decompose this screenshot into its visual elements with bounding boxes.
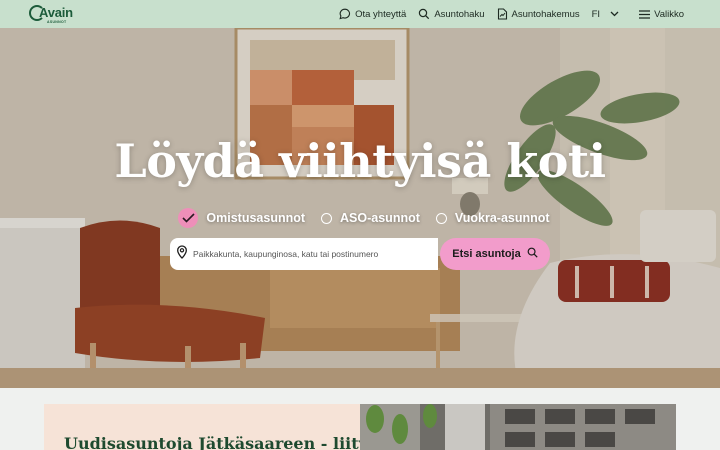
logo-subtext: ASUNNOT — [47, 20, 67, 24]
ownership-type-options: Omistusasunnot ASO-asunnot Vuokra-asunno… — [0, 208, 720, 228]
promo-image — [360, 404, 676, 450]
apartment-search-label: Asuntohaku — [434, 8, 485, 20]
language-label: FI — [591, 8, 601, 20]
search-button-label: Etsi asuntoja — [452, 248, 521, 260]
menu-button[interactable]: Valikko — [639, 9, 684, 20]
option-owned-apartments-label: Omistusasunnot — [206, 211, 306, 225]
location-search-input[interactable] — [193, 249, 433, 259]
promo-title: Uudisasuntoja Jätkäsaareen - liity — [64, 434, 360, 450]
apartment-search-form: Etsi asuntoja — [170, 238, 550, 270]
contact-label: Ota yhteyttä — [355, 8, 407, 20]
apartment-application-label: Asuntohakemus — [511, 8, 580, 20]
hero-section: Löydä viihtyisä koti Omistusasunnot ASO-… — [0, 28, 720, 388]
chevron-down-icon — [610, 11, 619, 17]
hero-title: Löydä viihtyisä koti — [114, 134, 606, 188]
promo-card[interactable]: Uudisasuntoja Jätkäsaareen - liity — [44, 404, 360, 450]
chat-icon — [339, 8, 351, 20]
search-apartments-button[interactable]: Etsi asuntoja — [440, 238, 550, 270]
option-rental-apartments-label: Vuokra-asunnot — [454, 211, 550, 225]
location-pin-icon — [176, 244, 188, 264]
site-header: Avain ASUNNOT Ota yhteyttä Asuntohaku As… — [0, 0, 720, 28]
search-field[interactable] — [170, 238, 438, 270]
language-selector[interactable]: FI — [592, 9, 619, 20]
option-aso-apartments-label: ASO-asunnot — [340, 211, 420, 225]
option-aso-apartments[interactable]: ASO-asunnot — [321, 208, 420, 228]
building-image — [360, 404, 676, 450]
search-icon — [418, 8, 430, 20]
menu-icon — [639, 9, 651, 19]
checkmark-icon — [178, 208, 199, 228]
main-nav: Ota yhteyttä Asuntohaku Asuntohakemus FI… — [339, 0, 684, 28]
document-icon — [497, 8, 508, 20]
apartment-search-link[interactable]: Asuntohaku — [418, 8, 485, 20]
option-owned-apartments[interactable]: Omistusasunnot — [178, 208, 305, 228]
radio-circle-icon — [435, 212, 447, 224]
apartment-application-link[interactable]: Asuntohakemus — [497, 8, 580, 20]
contact-link[interactable]: Ota yhteyttä — [339, 8, 406, 20]
search-icon — [527, 247, 538, 261]
logo-text: Avain — [39, 5, 73, 20]
avain-logo[interactable]: Avain ASUNNOT — [29, 5, 73, 24]
menu-label: Valikko — [654, 8, 684, 20]
radio-circle-icon — [321, 212, 333, 224]
option-rental-apartments[interactable]: Vuokra-asunnot — [435, 208, 550, 228]
